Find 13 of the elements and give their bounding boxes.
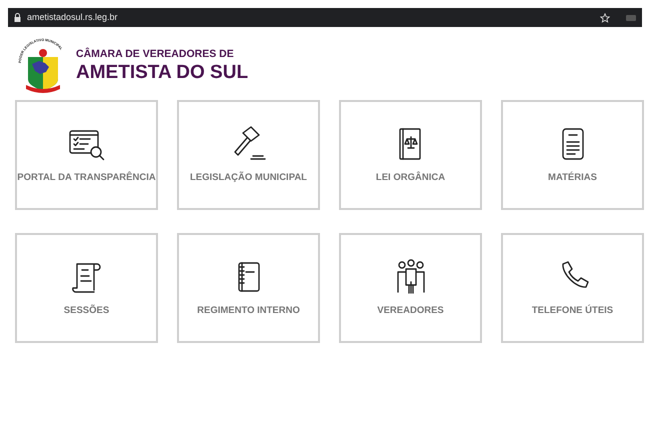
menu-card[interactable]: LEI ORGÂNICA: [339, 100, 482, 210]
menu-card[interactable]: SESSÕES: [15, 233, 158, 343]
institution-subtitle: CÂMARA DE VEREADORES DE: [76, 48, 235, 60]
lock-icon: [14, 13, 21, 22]
menu-card[interactable]: REGIMENTO INTERNO: [177, 233, 320, 343]
menu-card[interactable]: VEREADORES: [339, 233, 482, 343]
menu-card[interactable]: TELEFONE ÚTEIS: [501, 233, 644, 343]
institution-title: AMETISTA DO SUL: [76, 60, 248, 84]
menu-card[interactable]: LEGISLAÇÃO MUNICIPAL: [177, 100, 320, 210]
menu-card[interactable]: MATÉRIAS: [501, 100, 644, 210]
menu-card[interactable]: PORTAL DA TRANSPARÊNCIA: [15, 100, 158, 210]
url-text[interactable]: ametistadosul.rs.leg.br: [27, 10, 118, 24]
star-icon[interactable]: [600, 12, 610, 22]
